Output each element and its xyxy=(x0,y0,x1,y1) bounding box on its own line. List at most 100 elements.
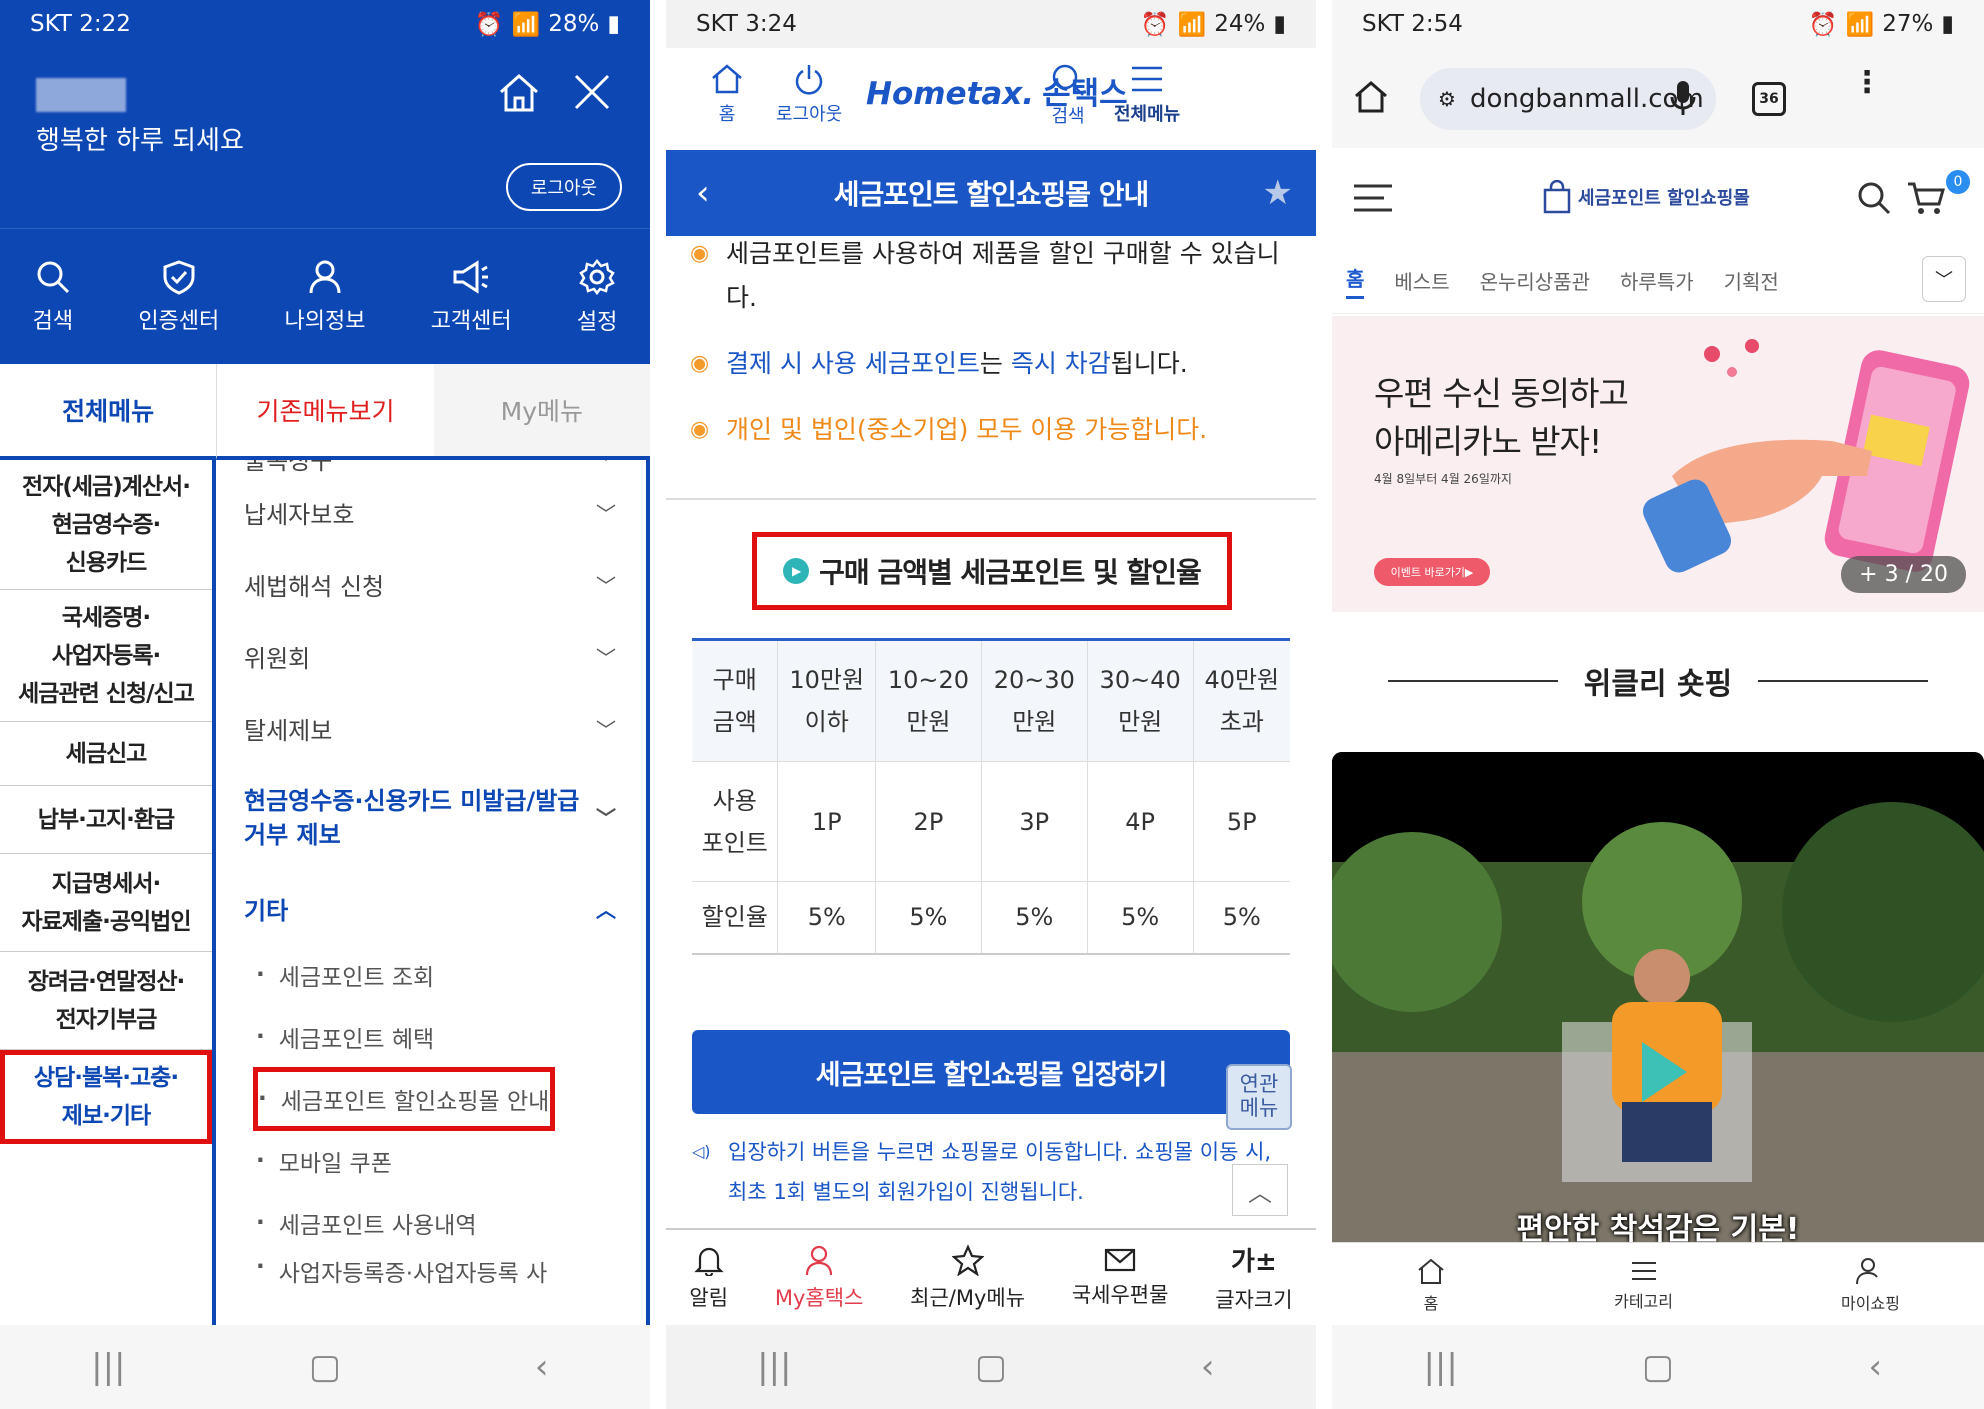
category-item[interactable]: 장려금·연말정산· 전자기부금 xyxy=(0,952,212,1050)
browser-home-icon[interactable] xyxy=(1352,78,1390,116)
sub-item[interactable]: 사업자등록증·사업자등록 사 xyxy=(216,1254,646,1284)
alarm-icon: ⏰ xyxy=(1808,11,1838,38)
category-item[interactable]: 납부·고지·환급 xyxy=(0,786,212,854)
banner-event-button[interactable]: 이벤트 바로가기▶ xyxy=(1374,558,1490,586)
shield-check-icon xyxy=(163,259,195,295)
status-bar: SKT 2:22 ⏰ 📶 28% ▮ xyxy=(0,0,650,48)
close-icon[interactable] xyxy=(570,70,614,114)
back-icon[interactable]: ‹ xyxy=(502,1347,582,1387)
shop-logo[interactable]: 세금포인트 할인쇼핑몰 xyxy=(1542,180,1750,214)
chevron-down-icon: ﹀ xyxy=(596,806,616,830)
menu-expand-button[interactable]: ﹀ xyxy=(1922,256,1966,302)
battery-level: 27% xyxy=(1882,11,1934,37)
favorite-star-icon[interactable]: ★ xyxy=(1263,173,1294,213)
menu-best[interactable]: 베스트 xyxy=(1394,266,1449,295)
home-nav-icon[interactable]: ▢ xyxy=(951,1347,1031,1387)
page-title: 세금포인트 할인쇼핑몰 안내 xyxy=(833,178,1150,211)
hamburger-icon[interactable] xyxy=(1352,182,1394,214)
more-options-icon[interactable]: ⋮ xyxy=(1852,68,1882,98)
submenu-item[interactable]: 위원회 ﹀ xyxy=(216,620,646,692)
shop-nav-home[interactable]: 홈 xyxy=(1416,1256,1446,1314)
recent-apps-icon[interactable]: ||| xyxy=(68,1347,148,1387)
category-item[interactable]: 전자(세금)계산서· 현금영수증· 신용카드 xyxy=(0,460,212,590)
banner-slide-counter[interactable]: + 3 / 20 xyxy=(1841,556,1966,593)
home-nav-icon[interactable]: ▢ xyxy=(285,1347,365,1387)
microphone-icon[interactable] xyxy=(1668,78,1698,118)
shop-nav-my-shopping[interactable]: 마이쇼핑 xyxy=(1841,1256,1900,1314)
status-bar: SKT 3:24 ⏰ 📶 24% ▮ xyxy=(666,0,1316,48)
back-icon[interactable]: ‹ xyxy=(1835,1347,1915,1387)
category-item[interactable]: 세금신고 xyxy=(0,722,212,786)
enter-shopping-mall-button[interactable]: 세금포인트 할인쇼핑몰 입장하기 xyxy=(692,1030,1290,1114)
full-menu-button[interactable]: 전체메뉴 xyxy=(1114,62,1180,126)
my-info-shortcut[interactable]: 나의정보 xyxy=(285,259,365,335)
hometax-logo[interactable]: Hometax. 손택스 xyxy=(866,68,1128,113)
menu-home[interactable]: 홈 xyxy=(1346,263,1365,299)
table-cell: 5P xyxy=(1193,761,1290,882)
event-banner[interactable]: 우편 수신 동의하고 아메리카노 받자! 4월 8일부터 4월 26일까지 이벤… xyxy=(1332,316,1984,612)
tab-legacy-menu[interactable]: 기존메뉴보기 xyxy=(216,364,434,460)
submenu-item[interactable]: 불복청구 ﹀ xyxy=(216,460,646,476)
back-icon[interactable]: ‹ xyxy=(1168,1347,1248,1387)
menu-daily-deal[interactable]: 하루특가 xyxy=(1620,266,1694,295)
search-shortcut[interactable]: 검색 xyxy=(33,259,73,335)
tab-all-menu[interactable]: 전체메뉴 xyxy=(0,364,217,460)
auth-center-shortcut[interactable]: 인증센터 xyxy=(138,259,219,335)
home-icon xyxy=(1418,1258,1444,1284)
section-title-highlighted: ▶ 구매 금액별 세금포인트 및 할인율 xyxy=(752,532,1232,610)
chevron-down-icon: ﹀ xyxy=(596,717,616,742)
menu-onnuri[interactable]: 온누리상품관 xyxy=(1480,266,1590,295)
menu-special[interactable]: 기획전 xyxy=(1724,266,1779,295)
tab-my-hometax[interactable]: My홈택스 xyxy=(775,1244,863,1312)
settings-shortcut[interactable]: 설정 xyxy=(577,258,617,336)
chevron-up-icon: ︿ xyxy=(596,897,616,922)
recent-apps-icon[interactable]: ||| xyxy=(734,1347,814,1387)
home-button[interactable]: 홈 xyxy=(710,62,744,126)
sub-item[interactable]: 세금포인트 조회 xyxy=(216,944,646,1006)
search-icon xyxy=(1052,64,1084,96)
wifi-icon: 📶 xyxy=(1845,11,1875,38)
table-row: 할인율 5% 5% 5% 5% 5% xyxy=(692,881,1290,955)
info-bullet: 개인 및 법인(중소기업) 모두 이용 가능합니다. xyxy=(690,408,1310,452)
category-item[interactable]: 지급명세서· 자료제출·공익법인 xyxy=(0,854,212,952)
shopping-mall-screen: SKT 2:54 ⏰ 📶 27% ▮ ⚙ dongbanmall.com 36 … xyxy=(1332,0,1984,1409)
category-item[interactable]: 국세증명· 사업자등록· 세금관련 신청/신고 xyxy=(0,590,212,722)
home-nav-icon[interactable]: ▢ xyxy=(1618,1347,1698,1387)
submenu-item[interactable]: 탈세제보 ﹀ xyxy=(216,692,646,764)
category-item-selected[interactable]: 상담·불복·고충· 제보·기타 xyxy=(0,1050,212,1144)
search-icon[interactable] xyxy=(1856,180,1892,216)
short-video-player[interactable]: 편안한 착석감은 기본! xyxy=(1332,752,1984,1242)
tab-notifications[interactable]: 알림 xyxy=(689,1244,728,1312)
customer-center-shortcut[interactable]: 고객센터 xyxy=(431,259,512,335)
cart-icon[interactable] xyxy=(1906,180,1946,216)
sub-item[interactable]: 모바일 쿠폰 xyxy=(216,1130,646,1192)
megaphone-icon xyxy=(453,259,489,294)
submenu-item-expanded[interactable]: 기타 ︿ xyxy=(216,872,646,944)
battery-icon: ▮ xyxy=(607,11,620,37)
scroll-top-button[interactable]: ︿ xyxy=(1232,1164,1288,1216)
back-arrow-icon[interactable]: ‹ xyxy=(696,173,710,213)
logout-button[interactable]: 로그아웃 xyxy=(776,62,842,126)
related-menu-button[interactable]: 연관 메뉴 xyxy=(1226,1064,1292,1130)
submenu-item[interactable]: 현금영수증·신용카드 미발급/발급거부 제보 ﹀ xyxy=(216,764,646,872)
sub-item[interactable]: 세금포인트 사용내역 xyxy=(216,1192,646,1254)
cart-count-badge: 0 xyxy=(1946,170,1970,194)
shop-nav-category[interactable]: 카테고리 xyxy=(1614,1258,1673,1312)
submenu-item[interactable]: 납세자보호 ﹀ xyxy=(216,476,646,548)
tab-font-size[interactable]: 가± 글자크기 xyxy=(1215,1241,1292,1314)
search-button[interactable]: 검색 xyxy=(1050,62,1086,128)
status-time: SKT 2:54 xyxy=(1362,11,1463,37)
tab-tax-mail[interactable]: 국세우편물 xyxy=(1072,1247,1168,1309)
tab-count-button[interactable]: 36 xyxy=(1752,82,1786,116)
battery-icon: ▮ xyxy=(1273,11,1286,37)
recent-apps-icon[interactable]: ||| xyxy=(1401,1347,1481,1387)
sub-item-highlighted[interactable]: 세금포인트 할인쇼핑몰 안내 xyxy=(253,1067,555,1131)
tab-recent-my-menu[interactable]: 최근/My메뉴 xyxy=(910,1243,1025,1312)
tab-my-menu[interactable]: My메뉴 xyxy=(433,364,650,460)
submenu-item[interactable]: 세법해석 신청 ﹀ xyxy=(216,548,646,620)
sub-item[interactable]: 세금포인트 혜택 xyxy=(216,1006,646,1068)
home-icon xyxy=(712,64,742,94)
home-icon[interactable] xyxy=(496,70,542,116)
hamburger-icon xyxy=(1132,66,1163,92)
logout-button[interactable]: 로그아웃 xyxy=(506,163,622,211)
